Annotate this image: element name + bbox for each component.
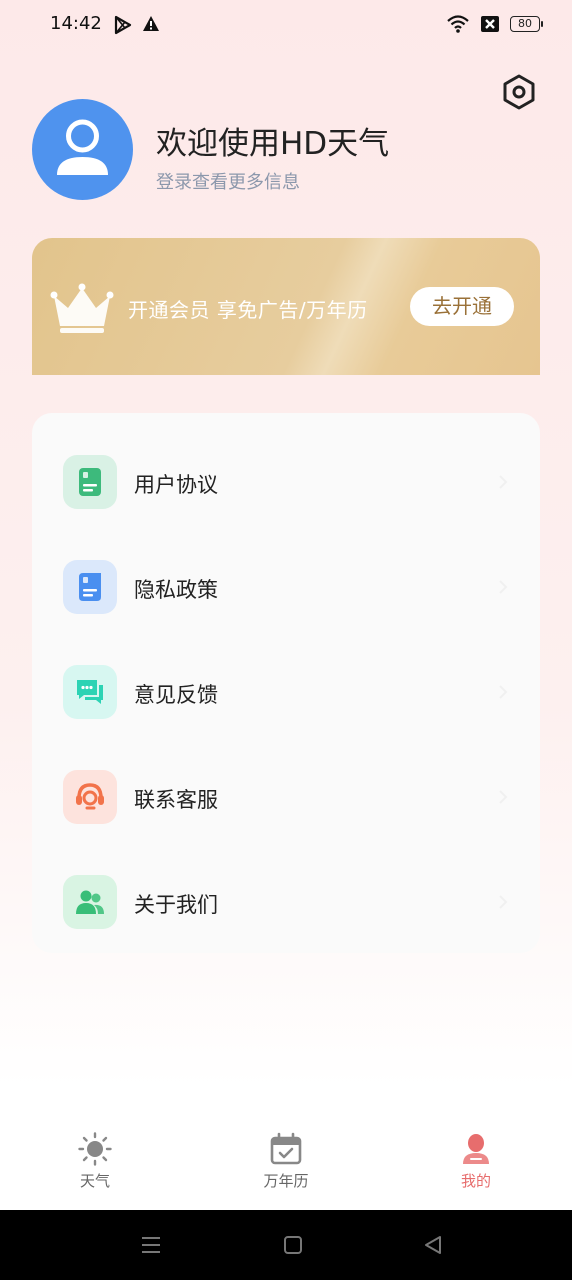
menu-icon-bg (63, 770, 117, 824)
status-bar: 14:42 80 (0, 0, 572, 50)
sun-icon (78, 1132, 112, 1166)
chevron-right-icon (499, 895, 508, 909)
crown-icon (50, 283, 114, 333)
chevron-right-icon (499, 790, 508, 804)
menu-item-privacy-policy[interactable]: 隐私政策 (32, 545, 540, 650)
warning-icon (143, 16, 159, 31)
menu-item-label: 联系客服 (134, 788, 218, 812)
menu-icon-bg (63, 455, 117, 509)
menu-item-label: 隐私政策 (134, 578, 218, 602)
menu-item-user-agreement[interactable]: 用户协议 (32, 440, 540, 545)
status-time: 14:42 (50, 13, 102, 34)
settings-icon[interactable] (500, 73, 538, 111)
activate-vip-button[interactable]: 去开通 (410, 287, 514, 326)
menu-icon-bg (63, 665, 117, 719)
group-icon (76, 890, 104, 914)
back-icon[interactable] (422, 1234, 444, 1256)
calendar-icon (270, 1132, 302, 1165)
battery-icon: 80 (510, 16, 543, 32)
chevron-right-icon (499, 475, 508, 489)
login-prompt[interactable]: 登录查看更多信息 (156, 168, 300, 194)
tab-weather[interactable]: 天气 (35, 1132, 155, 1202)
menu-item-customer-service[interactable]: 联系客服 (32, 755, 540, 860)
menu-item-about-us[interactable]: 关于我们 (32, 860, 540, 965)
tab-label: 天气 (79, 1172, 110, 1190)
chat-icon (77, 680, 103, 704)
headset-icon (76, 783, 104, 810)
menu-item-feedback[interactable]: 意见反馈 (32, 650, 540, 755)
wifi-icon (447, 15, 469, 33)
chevron-right-icon (499, 580, 508, 594)
home-icon[interactable] (282, 1234, 304, 1256)
user-avatar-icon (57, 119, 108, 175)
document-icon (79, 573, 101, 601)
menu-icon-bg (63, 875, 117, 929)
chevron-right-icon (499, 685, 508, 699)
profile-icon (463, 1134, 489, 1164)
vip-banner[interactable]: 开通会员 享免广告/万年历 去开通 (32, 238, 540, 375)
tab-label: 万年历 (263, 1172, 309, 1190)
no-sim-icon (481, 16, 499, 32)
vip-promo-text: 开通会员 享免广告/万年历 (128, 298, 368, 322)
menu-icon[interactable] (140, 1234, 162, 1256)
system-nav-bar (0, 1210, 572, 1280)
play-store-icon (114, 15, 132, 35)
bottom-tab-bar: 天气 万年历 我的 (0, 1118, 572, 1210)
menu-item-label: 关于我们 (134, 893, 218, 917)
menu-icon-bg (63, 560, 117, 614)
tab-mine[interactable]: 我的 (416, 1132, 536, 1202)
avatar[interactable] (32, 99, 133, 200)
menu-item-label: 用户协议 (134, 473, 218, 497)
menu-list: 用户协议 隐私政策 意见反馈 联系客服 关于我们 (32, 413, 540, 953)
welcome-title: 欢迎使用HD天气 (156, 126, 390, 162)
menu-item-label: 意见反馈 (134, 683, 218, 707)
document-icon (79, 468, 101, 496)
tab-label: 我的 (460, 1172, 491, 1190)
tab-calendar[interactable]: 万年历 (226, 1132, 346, 1202)
